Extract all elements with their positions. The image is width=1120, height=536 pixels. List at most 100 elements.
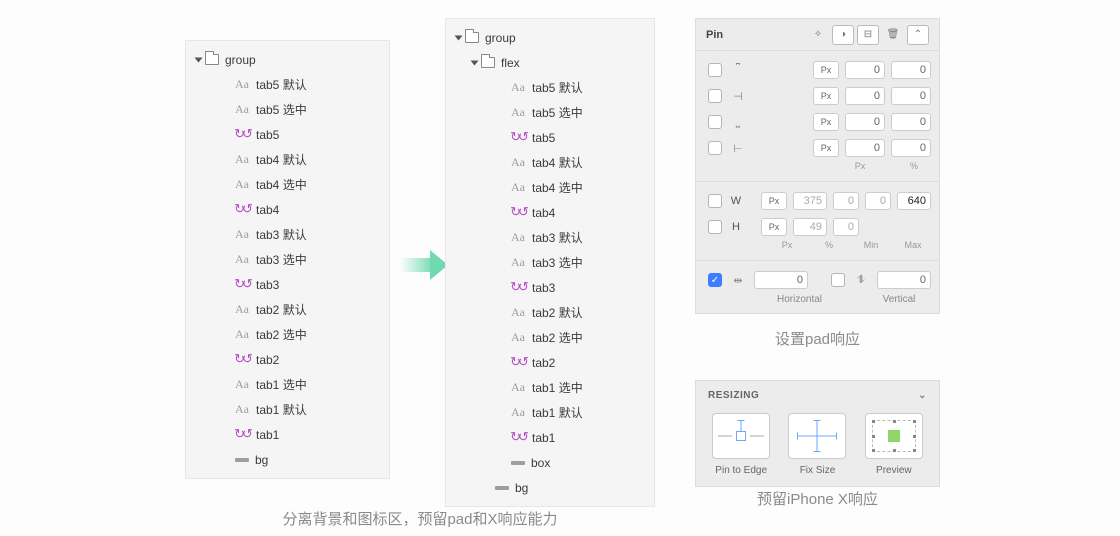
tree-item[interactable]: ↻↺tab3 <box>446 275 654 300</box>
tree-item-label: tab4 <box>256 203 279 217</box>
tree-item[interactable]: ↻↺tab2 <box>186 347 389 372</box>
tree-item-label: bg <box>255 453 268 467</box>
edge-px-input[interactable]: 0 <box>845 87 885 105</box>
width-pct-input[interactable]: 0 <box>833 192 859 210</box>
tree-item[interactable]: Aatab1 默认 <box>186 397 389 422</box>
chevron-up-icon[interactable]: ⌃ <box>907 25 929 45</box>
tree-item[interactable]: Aatab5 选中 <box>446 100 654 125</box>
height-pct-input[interactable]: 0 <box>833 218 859 236</box>
checkbox[interactable] <box>708 115 722 129</box>
chevron-down-icon[interactable] <box>455 35 463 40</box>
center-v-input[interactable]: 0 <box>877 271 931 289</box>
trash-icon[interactable]: 🗑 <box>882 25 904 45</box>
edge-px-input[interactable]: 0 <box>845 113 885 131</box>
edge-px-input[interactable]: 0 <box>845 61 885 79</box>
tree-item[interactable]: Aatab2 选中 <box>446 325 654 350</box>
text-icon: Aa <box>234 77 250 92</box>
px-unit-badge[interactable]: Px <box>813 87 839 105</box>
tree-item[interactable]: Aatab4 选中 <box>186 172 389 197</box>
align-middle-icon[interactable]: ⊟ <box>857 25 879 45</box>
px-unit-badge[interactable]: Px <box>761 218 787 236</box>
checkbox[interactable] <box>708 194 722 208</box>
artboard-icon: ↻↺ <box>234 351 250 367</box>
align-center-icon[interactable]: ◑ <box>832 25 854 45</box>
caption-text: 预留iPhone X响应 <box>695 488 940 509</box>
width-min-input[interactable]: 0 <box>865 192 891 210</box>
checkbox-checked[interactable]: ✓ <box>708 273 722 287</box>
preview-cell[interactable]: Preview <box>861 413 927 476</box>
tree-item[interactable]: ↻↺ tab4 <box>186 197 389 222</box>
checkbox[interactable] <box>708 141 722 155</box>
width-px-input[interactable]: 375 <box>793 192 827 210</box>
tree-item[interactable]: Aatab5 默认 <box>446 75 654 100</box>
width-max-input[interactable]: 640 <box>897 192 931 210</box>
unit-labels: Px% <box>696 161 939 177</box>
height-row: H Px 49 0 <box>696 214 939 240</box>
tree-item[interactable]: ↻↺tab1 <box>186 422 389 447</box>
checkbox[interactable] <box>708 220 722 234</box>
rect-icon <box>235 458 249 462</box>
tree-item[interactable]: Aatab3 选中 <box>186 247 389 272</box>
tree-group-row[interactable]: group <box>186 47 389 72</box>
checkbox[interactable] <box>708 63 722 77</box>
height-min-label <box>865 218 891 236</box>
tree-item[interactable]: Aatab2 选中 <box>186 322 389 347</box>
tree-item[interactable]: ↻↺tab2 <box>446 350 654 375</box>
constraints-mode-icon[interactable]: ✧ <box>807 25 829 45</box>
tree-item[interactable]: ↻↺tab5 <box>186 122 389 147</box>
tree-group-row[interactable]: flex <box>446 50 654 75</box>
px-unit-badge[interactable]: Px <box>813 61 839 79</box>
cell-label: Fix Size <box>800 465 836 476</box>
center-h-icon: ⇹ <box>728 274 748 287</box>
chevron-down-icon[interactable] <box>471 60 479 65</box>
tree-item[interactable]: Aatab1 选中 <box>446 375 654 400</box>
tree-item[interactable]: Aatab2 默认 <box>446 300 654 325</box>
tree-item[interactable]: Aatab1 默认 <box>446 400 654 425</box>
edge-constraint-row: ⎴Px00 <box>696 57 939 83</box>
width-label: W <box>728 195 744 207</box>
pin-to-edge-cell[interactable]: Pin to Edge <box>708 413 774 476</box>
checkbox[interactable] <box>708 89 722 103</box>
tree-item[interactable]: box <box>446 450 654 475</box>
checkbox[interactable] <box>831 273 845 287</box>
center-h-input[interactable]: 0 <box>754 271 808 289</box>
tree-item[interactable]: Aatab3 选中 <box>446 250 654 275</box>
tree-item[interactable]: ↻↺tab1 <box>446 425 654 450</box>
px-unit-badge[interactable]: Px <box>813 113 839 131</box>
edge-pct-input[interactable]: 0 <box>891 113 931 131</box>
edge-constraint-row: ⊢Px00 <box>696 135 939 161</box>
artboard-icon: ↻↺ <box>510 204 526 220</box>
tree-item-label: tab2 选中 <box>532 329 583 346</box>
tree-item[interactable]: bg <box>446 475 654 500</box>
px-unit-badge[interactable]: Px <box>813 139 839 157</box>
edge-pct-input[interactable]: 0 <box>891 61 931 79</box>
tree-item-label: tab4 选中 <box>256 176 307 193</box>
tree-item[interactable]: Aatab5 默认 <box>186 72 389 97</box>
tree-item[interactable]: Aatab4 默认 <box>446 150 654 175</box>
tree-item[interactable]: Aatab4 默认 <box>186 147 389 172</box>
tree-item[interactable]: bg <box>186 447 389 472</box>
tree-item[interactable]: ↻↺tab4 <box>446 200 654 225</box>
edge-pct-input[interactable]: 0 <box>891 139 931 157</box>
height-px-input[interactable]: 49 <box>793 218 827 236</box>
tree-item[interactable]: ↻↺tab3 <box>186 272 389 297</box>
height-label: H <box>728 221 744 233</box>
artboard-icon: ↻↺ <box>234 201 250 217</box>
tree-item[interactable]: Aatab3 默认 <box>186 222 389 247</box>
tree-group-row[interactable]: group <box>446 25 654 50</box>
tree-item[interactable]: Aatab3 默认 <box>446 225 654 250</box>
tree-item[interactable]: Aatab5 选中 <box>186 97 389 122</box>
edge-px-input[interactable]: 0 <box>845 139 885 157</box>
text-icon: Aa <box>234 302 250 317</box>
tree-item[interactable]: Aatab1 选中 <box>186 372 389 397</box>
chevron-down-icon[interactable] <box>195 57 203 62</box>
fix-size-cell[interactable]: Fix Size <box>784 413 850 476</box>
tree-item-label: tab3 默认 <box>532 229 583 246</box>
resizing-header[interactable]: RESIZING ⌄ <box>696 381 939 409</box>
edge-pct-input[interactable]: 0 <box>891 87 931 105</box>
tree-item[interactable]: Aatab4 选中 <box>446 175 654 200</box>
px-unit-badge[interactable]: Px <box>761 192 787 210</box>
tree-item[interactable]: Aatab2 默认 <box>186 297 389 322</box>
tree-item[interactable]: ↻↺tab5 <box>446 125 654 150</box>
resizing-title: RESIZING <box>708 390 759 401</box>
